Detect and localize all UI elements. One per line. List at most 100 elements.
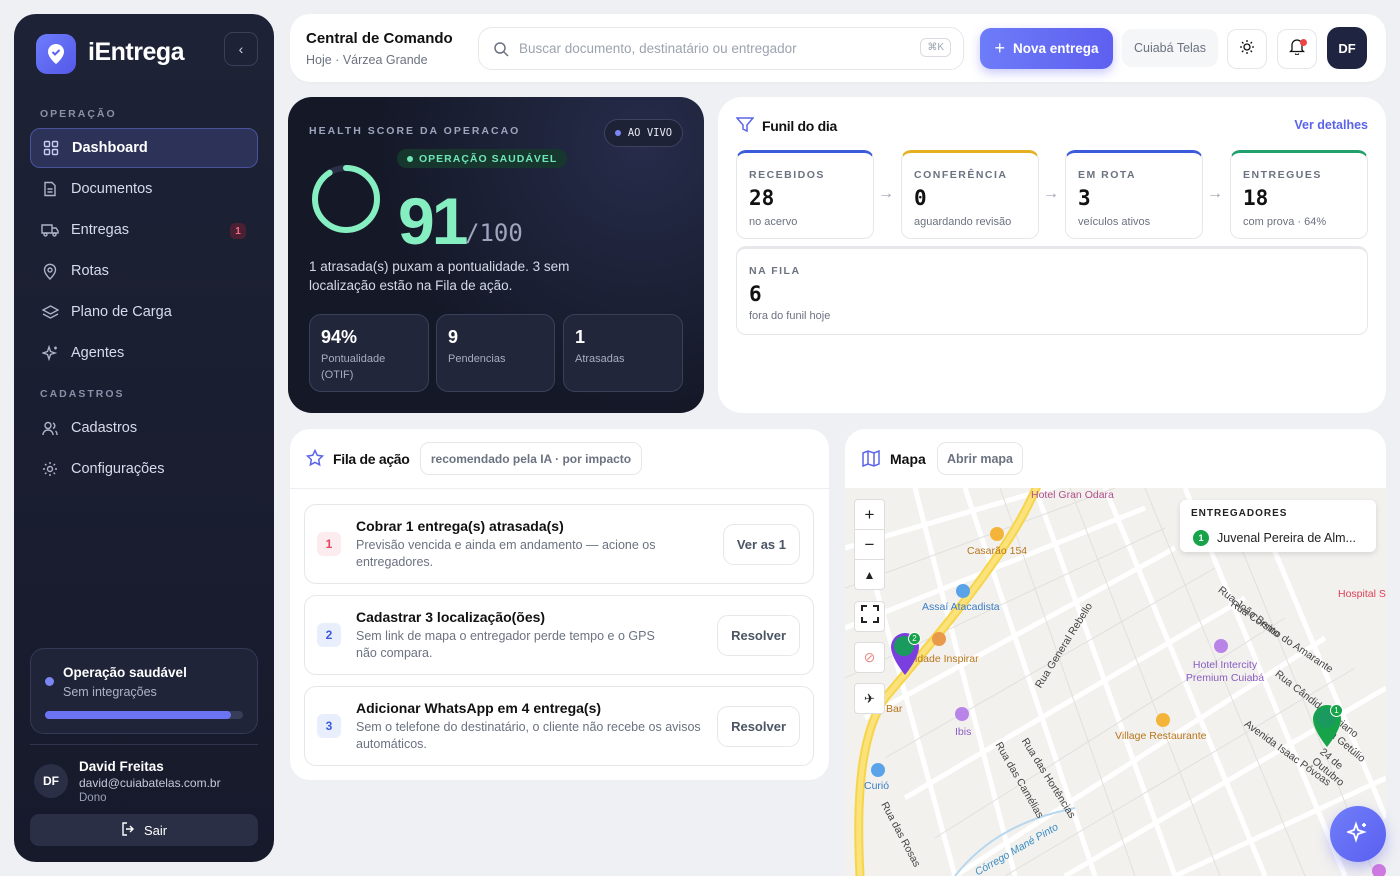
user-avatar-button[interactable]: DF	[1327, 27, 1367, 69]
stage-na-fila[interactable]: NA FILA 6 fora do funil hoje	[736, 246, 1368, 335]
plus-icon: +	[864, 504, 875, 524]
kpi-label: Pontualidade (OTIF)	[321, 353, 386, 381]
logout-button[interactable]: Sair	[30, 814, 258, 846]
action-queue-header: Fila de ação recomendado pela IA · por i…	[290, 429, 829, 489]
resolve-button[interactable]: Resolver	[717, 615, 800, 656]
operation-status-card: Operação saudável Sem integrações	[30, 648, 258, 734]
sidebar-item-agentes[interactable]: Agentes	[30, 333, 258, 373]
collapse-sidebar-button[interactable]: ‹	[224, 32, 258, 66]
stage-value: 3	[1078, 186, 1091, 210]
stage-value: 0	[914, 186, 927, 210]
map-card: Mapa Abrir mapa Hotel Gran Odara Casarão…	[845, 429, 1386, 876]
search-input[interactable]: Buscar documento, destinatário ou entreg…	[478, 27, 964, 70]
sidebar-item-rotas[interactable]: Rotas	[30, 251, 258, 291]
funnel-title: Funil do dia	[762, 118, 837, 134]
sidebar-item-label: Entregas	[71, 222, 130, 238]
kpi-atrasadas: 1 Atrasadas	[563, 314, 683, 392]
stage-entregues[interactable]: ENTREGUES 18 com prova · 64%	[1230, 150, 1368, 239]
sun-icon	[1239, 39, 1255, 60]
stage-value: 28	[749, 186, 775, 210]
stage-em-rota[interactable]: EM ROTA 3 veículos ativos	[1065, 150, 1203, 239]
theme-toggle-button[interactable]	[1227, 29, 1267, 69]
action-item: 2 Cadastrar 3 localização(ões) Sem link …	[304, 595, 814, 675]
stage-sub: aguardando revisão	[914, 216, 1012, 228]
zoom-out-button[interactable]: −	[854, 529, 885, 560]
map-label: Bar	[886, 703, 903, 715]
sidebar-item-label: Cadastros	[71, 420, 138, 436]
search-icon	[493, 41, 509, 57]
compass-button[interactable]: ▲	[854, 559, 885, 590]
action-title: Adicionar WhatsApp em 4 entrega(s)	[356, 700, 602, 716]
map-label: Casarão 154	[967, 545, 1028, 557]
brand-name: iEntrega	[88, 38, 185, 66]
sidebar-item-dashboard[interactable]: Dashboard	[30, 128, 258, 168]
arrow-right-icon: →	[878, 185, 894, 202]
tenant-selector[interactable]: Cuiabá Telas	[1122, 29, 1218, 67]
search-placeholder: Buscar documento, destinatário ou entreg…	[519, 41, 797, 56]
satellite-button[interactable]: ✈	[854, 683, 885, 714]
zoom-in-button[interactable]: +	[854, 499, 885, 530]
gear-icon	[41, 460, 59, 478]
sidebar-item-label: Documentos	[71, 181, 153, 197]
sidebar-item-plano-de-carga[interactable]: Plano de Carga	[30, 292, 258, 332]
map-label: Village Restaurante	[1115, 730, 1207, 742]
score-description: 1 atrasada(s) puxam a pontualidade. 3 se…	[309, 259, 570, 293]
map-label: Hotel Gran Odara	[1031, 489, 1114, 501]
map-icon	[862, 449, 880, 472]
sidebar-item-label: Agentes	[71, 345, 125, 361]
sidebar-item-entregas[interactable]: Entregas 1	[30, 210, 258, 250]
status-badge: OPERAÇÃO SAUDÁVEL	[397, 149, 568, 168]
live-badge: AO VIVO	[604, 119, 683, 147]
section-label-cadastros: CADASTROS	[40, 388, 125, 400]
sidebar-item-documentos[interactable]: Documentos	[30, 169, 258, 209]
score-ring	[312, 165, 380, 233]
locate-button[interactable]: ⊘	[854, 642, 885, 673]
stage-title: EM ROTA	[1078, 169, 1137, 181]
driver-pin-purple[interactable]: 2	[889, 632, 921, 681]
document-icon	[41, 180, 59, 198]
sidebar-item-label: Plano de Carga	[71, 304, 172, 320]
health-score-card: HEALTH SCORE DA OPERACAO AO VIVO OPERAÇÃ…	[288, 97, 704, 413]
stage-conferencia[interactable]: CONFERÊNCIA 0 aguardando revisão	[901, 150, 1039, 239]
user-email: david@cuiabatelas.com.br	[79, 776, 221, 790]
status-dot	[45, 677, 54, 686]
action-description: Sem link de mapa o entregador perde temp…	[356, 629, 655, 660]
search-shortcut: ⌘K	[920, 38, 951, 57]
filter-icon	[735, 117, 755, 138]
status-title: Operação saudável	[63, 665, 187, 680]
stage-title: CONFERÊNCIA	[914, 169, 1008, 181]
users-icon	[41, 419, 59, 437]
stage-title: NA FILA	[749, 265, 801, 277]
kpi-value: 94%	[321, 327, 358, 347]
status-subtitle: Sem integrações	[63, 685, 157, 699]
stage-recebidos[interactable]: RECEBIDOS 28 no acervo	[736, 150, 874, 239]
ai-assistant-button[interactable]	[1330, 806, 1386, 862]
fullscreen-button[interactable]	[854, 601, 885, 632]
status-progress-fill	[45, 711, 232, 719]
stage-sub: fora do funil hoje	[749, 310, 831, 322]
plus-icon: +	[994, 38, 1005, 58]
stage-sub: veículos ativos	[1078, 216, 1151, 228]
view-late-button[interactable]: Ver as 1	[722, 524, 800, 565]
resolve-button[interactable]: Resolver	[717, 706, 800, 747]
notifications-button[interactable]	[1277, 29, 1317, 69]
view-details-link[interactable]: Ver detalhes	[1294, 118, 1368, 132]
pin-count-badge: 2	[908, 632, 921, 645]
layers-icon	[41, 303, 59, 321]
arrow-right-icon: →	[1043, 185, 1059, 202]
new-delivery-button[interactable]: + Nova entrega	[980, 28, 1113, 69]
sidebar: iEntrega ‹ OPERAÇÃO Dashboard Documentos…	[14, 14, 274, 862]
page-subtitle: Hoje · Várzea Grande	[306, 53, 428, 67]
pin-count-badge: 1	[1330, 704, 1343, 717]
funnel-card: Funil do dia Ver detalhes RECEBIDOS 28 n…	[718, 97, 1386, 413]
sidebar-item-cadastros[interactable]: Cadastros	[30, 408, 258, 448]
drivers-legend: ENTREGADORES 1 Juvenal Pereira de Alm...	[1180, 500, 1376, 552]
sparkle-icon	[41, 344, 59, 362]
sidebar-item-label: Dashboard	[72, 140, 148, 156]
legend-driver-name[interactable]: Juvenal Pereira de Alm...	[1217, 531, 1356, 545]
sparkle-icon	[1345, 820, 1369, 848]
sidebar-item-configuracoes[interactable]: Configurações	[30, 449, 258, 489]
driver-pin-green[interactable]: 1	[1311, 704, 1343, 753]
map-label: Hospital S	[1338, 588, 1386, 600]
open-map-button[interactable]: Abrir mapa	[937, 442, 1023, 475]
